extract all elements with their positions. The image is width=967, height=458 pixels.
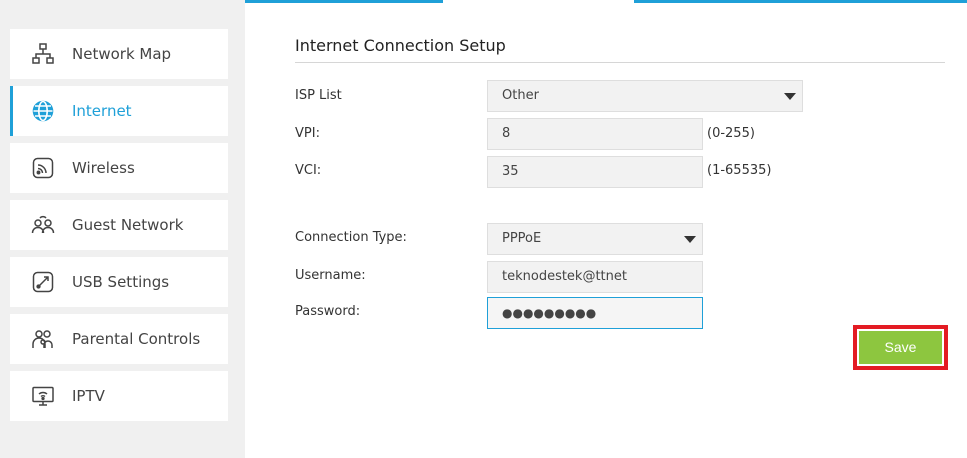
sidebar-item-label: Internet — [72, 102, 132, 120]
password-input[interactable]: ●●●●●●●●● — [487, 297, 703, 329]
vci-input[interactable]: 35 — [487, 156, 703, 188]
chevron-down-icon — [784, 93, 796, 100]
username-input[interactable]: teknodestek@ttnet — [487, 261, 703, 293]
globe-icon — [31, 99, 55, 123]
connection-type-value: PPPoE — [502, 231, 542, 246]
vci-label: VCI: — [295, 163, 322, 178]
vpi-label: VPI: — [295, 126, 320, 141]
guest-network-icon — [31, 213, 55, 237]
top-accent-bar-right — [634, 0, 967, 3]
sidebar-item-label: IPTV — [72, 387, 105, 405]
username-label: Username: — [295, 268, 366, 283]
connection-type-select[interactable]: PPPoE — [487, 223, 703, 255]
username-value: teknodestek@ttnet — [502, 269, 627, 284]
save-button[interactable]: Save — [859, 331, 942, 364]
page-title: Internet Connection Setup — [295, 36, 506, 55]
network-map-icon — [31, 42, 55, 66]
sidebar: Network Map Internet Wireless Guest Netw… — [0, 0, 245, 458]
isp-list-label: ISP List — [295, 88, 342, 103]
sidebar-item-iptv[interactable]: IPTV — [10, 371, 228, 421]
isp-list-value: Other — [502, 88, 539, 103]
vpi-value: 8 — [502, 126, 511, 141]
sidebar-item-label: USB Settings — [72, 273, 170, 291]
parental-controls-icon — [31, 327, 55, 351]
chevron-down-icon — [684, 236, 696, 243]
sidebar-item-parental-controls[interactable]: Parental Controls — [10, 314, 228, 364]
sidebar-item-network-map[interactable]: Network Map — [10, 29, 228, 79]
sidebar-item-label: Parental Controls — [72, 330, 201, 348]
sidebar-item-label: Network Map — [72, 45, 172, 63]
password-label: Password: — [295, 304, 361, 319]
iptv-icon — [31, 384, 55, 408]
vci-value: 35 — [502, 164, 519, 179]
connection-type-label: Connection Type: — [295, 230, 407, 245]
title-divider — [295, 62, 945, 63]
sidebar-item-guest-network[interactable]: Guest Network — [10, 200, 228, 250]
isp-list-select[interactable]: Other — [487, 80, 803, 112]
top-accent-bar-left — [245, 0, 443, 3]
sidebar-item-label: Guest Network — [72, 216, 184, 234]
vpi-input[interactable]: 8 — [487, 118, 703, 150]
sidebar-item-internet[interactable]: Internet — [10, 86, 228, 136]
wireless-icon — [31, 156, 55, 180]
sidebar-item-wireless[interactable]: Wireless — [10, 143, 228, 193]
vpi-range-hint: (0-255) — [707, 126, 755, 141]
sidebar-item-usb-settings[interactable]: USB Settings — [10, 257, 228, 307]
vci-range-hint: (1-65535) — [707, 163, 772, 178]
sidebar-item-label: Wireless — [72, 159, 135, 177]
usb-settings-icon — [31, 270, 55, 294]
password-value: ●●●●●●●●● — [502, 306, 597, 320]
